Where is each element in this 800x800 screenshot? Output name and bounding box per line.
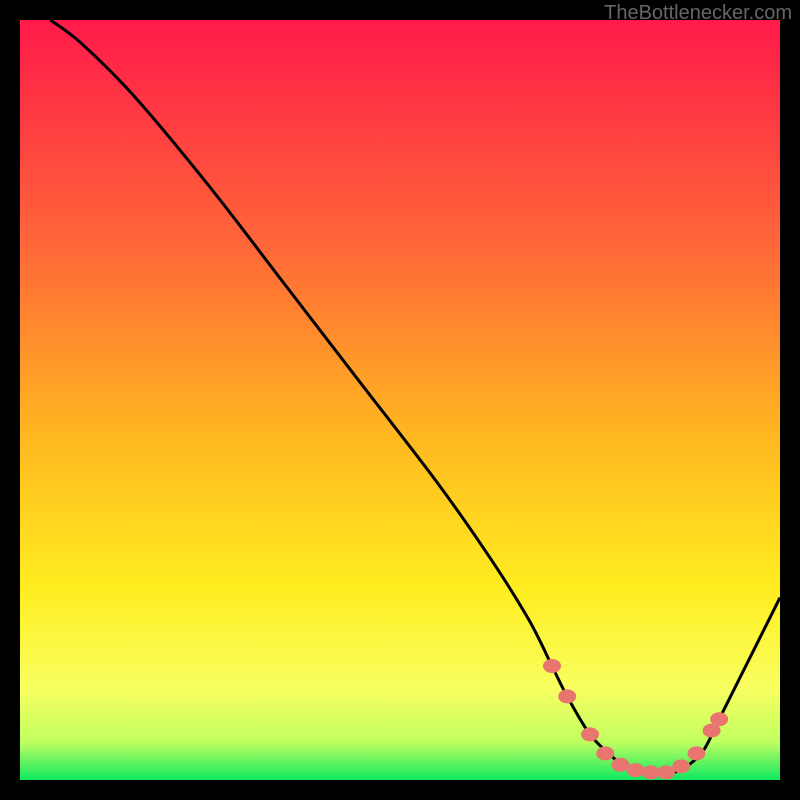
gradient-background — [20, 20, 780, 780]
marker-point — [627, 763, 645, 777]
marker-point — [596, 746, 614, 760]
marker-point — [672, 759, 690, 773]
marker-point — [543, 659, 561, 673]
marker-point — [581, 727, 599, 741]
chart-frame — [20, 20, 780, 780]
marker-point — [558, 689, 576, 703]
chart-svg — [20, 20, 780, 780]
marker-point — [710, 712, 728, 726]
marker-point — [687, 746, 705, 760]
marker-point — [657, 765, 675, 779]
watermark-text: TheBottlenecker.com — [604, 2, 792, 25]
